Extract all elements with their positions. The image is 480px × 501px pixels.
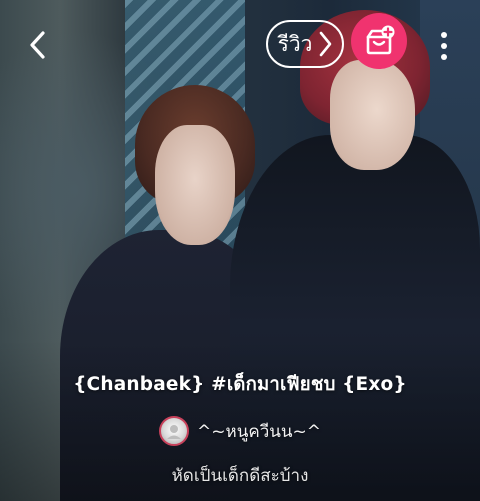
story-tagline: หัดเป็นเด็กดีสะบ้าง bbox=[171, 466, 309, 486]
add-to-library-button[interactable] bbox=[351, 13, 407, 69]
review-button-label: รีวิว bbox=[277, 31, 313, 56]
add-to-library-icon bbox=[366, 25, 395, 55]
more-options-button[interactable] bbox=[430, 24, 458, 68]
avatar-portrait-icon bbox=[167, 425, 182, 439]
story-title: {Chanbaek} #เด็กมาเฟียชบ {Exo} bbox=[73, 374, 407, 395]
more-vertical-icon bbox=[441, 32, 447, 38]
chevron-right-icon bbox=[320, 31, 332, 57]
back-button[interactable] bbox=[18, 25, 58, 65]
avatar bbox=[159, 416, 190, 446]
story-info: {Chanbaek} #เด็กมาเฟียชบ {Exo} ^~หนูควีน… bbox=[0, 370, 480, 489]
more-vertical-icon-dot bbox=[441, 54, 447, 60]
top-bar: รีวิว bbox=[0, 0, 480, 90]
chevron-left-icon bbox=[30, 31, 45, 59]
more-vertical-icon-dot bbox=[441, 43, 447, 49]
author-link[interactable]: ^~หนูควีนน~^ bbox=[159, 416, 321, 446]
review-button[interactable]: รีวิว bbox=[266, 20, 344, 68]
cover-figure-left-face bbox=[155, 125, 235, 245]
author-name: ^~หนูควีนน~^ bbox=[197, 421, 321, 442]
